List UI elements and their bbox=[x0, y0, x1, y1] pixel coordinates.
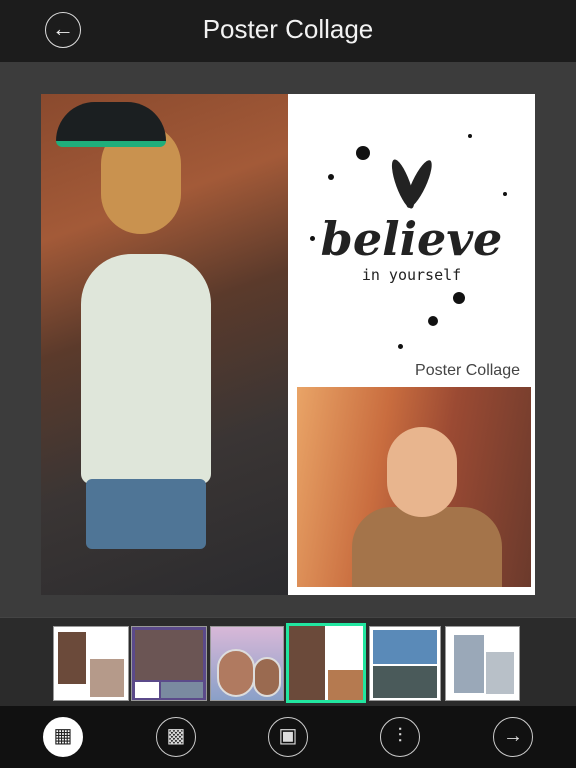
artwork-believe: believe in yourself Poster Collage bbox=[288, 94, 535, 384]
photo-detail bbox=[352, 507, 502, 587]
template-strip[interactable] bbox=[0, 617, 576, 706]
image-gallery-icon[interactable]: ▣ bbox=[268, 717, 308, 757]
template-thumb-2[interactable] bbox=[131, 626, 207, 701]
photo-detail bbox=[387, 427, 457, 517]
arrow-right-icon[interactable]: → bbox=[493, 717, 533, 757]
template-thumb-3[interactable] bbox=[210, 626, 284, 701]
photo-detail bbox=[86, 479, 206, 549]
layout-icon[interactable]: ▦ bbox=[43, 717, 83, 757]
poster-collage: believe in yourself Poster Collage bbox=[41, 94, 535, 595]
photo-detail bbox=[56, 102, 166, 147]
ink-dot bbox=[398, 344, 403, 349]
page-title: Poster Collage bbox=[202, 14, 374, 44]
bottom-toolbar: ▦ ▩ ▣ ⫶ → bbox=[0, 706, 576, 768]
ink-dot bbox=[468, 134, 472, 138]
ink-dot bbox=[328, 174, 334, 180]
ink-dot bbox=[428, 316, 438, 326]
grid-icon[interactable]: ▩ bbox=[156, 717, 196, 757]
adjust-sliders-icon[interactable]: ⫶ bbox=[380, 717, 420, 757]
brand-label: Poster Collage bbox=[415, 362, 520, 379]
ink-dot bbox=[453, 292, 465, 304]
template-thumb-1[interactable] bbox=[53, 626, 129, 701]
template-thumb-5[interactable] bbox=[369, 626, 441, 701]
photo-figure bbox=[81, 254, 211, 484]
artwork-title: believe bbox=[320, 212, 503, 266]
ink-dot bbox=[356, 146, 370, 160]
photo-slot-left[interactable] bbox=[41, 94, 288, 595]
photo-slot-right[interactable] bbox=[297, 387, 531, 587]
ink-dot bbox=[503, 192, 507, 196]
template-thumb-4-selected[interactable] bbox=[286, 623, 366, 703]
header: ← Poster Collage bbox=[0, 0, 576, 62]
artwork-subtitle: in yourself bbox=[361, 266, 462, 284]
template-thumb-6[interactable] bbox=[445, 626, 520, 701]
